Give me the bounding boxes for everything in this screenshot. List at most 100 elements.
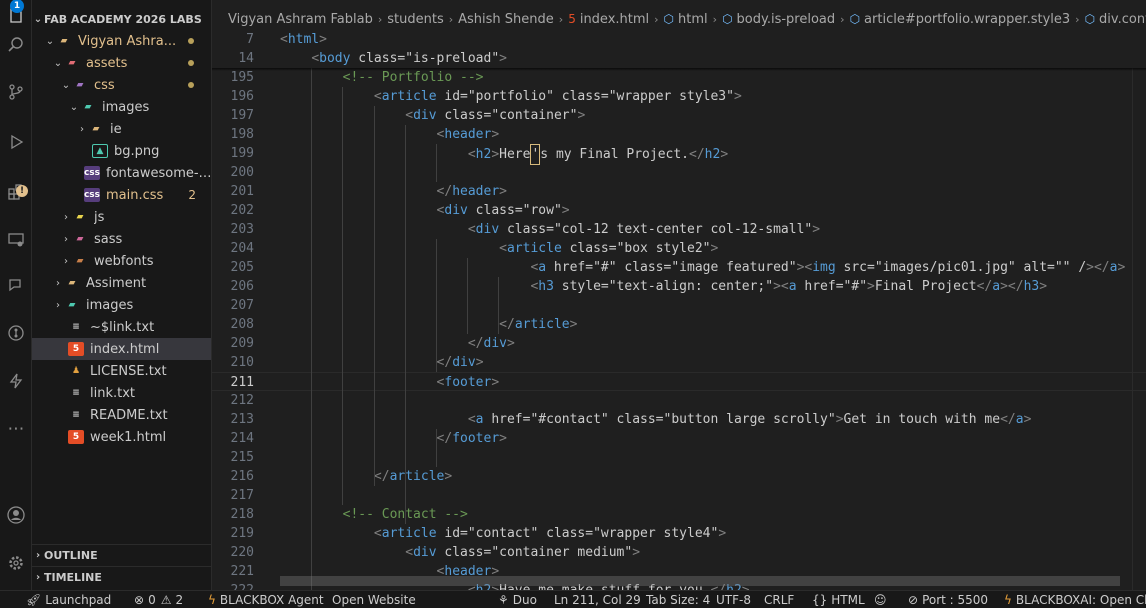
code-line[interactable]: 205 <a href="#" class="image featured"><… bbox=[212, 258, 1146, 277]
line-code: <div class="col-12 text-center col-12-sm… bbox=[467, 222, 821, 237]
code-line[interactable]: 208 </article> bbox=[212, 315, 1146, 334]
code-line[interactable]: 197 <div class="container"> bbox=[212, 106, 1146, 125]
vertical-scrollbar[interactable] bbox=[1132, 30, 1146, 590]
breadcrumb-item[interactable]: html bbox=[678, 12, 708, 27]
code-editor[interactable]: 7 <html> 14 <body class="is-preload"> 195 <… bbox=[212, 30, 1146, 590]
code-line[interactable]: 212 bbox=[212, 391, 1146, 410]
blackbox-icon[interactable] bbox=[0, 366, 32, 396]
live-server-button[interactable]: ⊘ Port : 5500 bbox=[908, 591, 988, 608]
code-line[interactable]: 213 <a href="#contact" class="button lar… bbox=[212, 410, 1146, 429]
line-number: 204 bbox=[230, 241, 254, 256]
remote-explorer-icon[interactable] bbox=[0, 224, 32, 254]
tree-item-assets[interactable]: ⌄ ▰ assets bbox=[32, 52, 211, 74]
horizontal-scrollbar[interactable] bbox=[280, 576, 1120, 586]
eol-button[interactable]: CRLF bbox=[764, 591, 794, 608]
code-line[interactable]: 204 <article class="box style2"> bbox=[212, 239, 1146, 258]
no-entry-icon: ⊘ bbox=[908, 593, 919, 607]
account-icon[interactable] bbox=[0, 500, 32, 530]
code-line[interactable]: 220 <div class="container medium"> bbox=[212, 543, 1146, 562]
sticky-scroll-line[interactable]: 7 <html> bbox=[212, 30, 1146, 49]
git-graph-icon[interactable] bbox=[0, 318, 32, 348]
breadcrumb-item[interactable]: article#portfolio.wrapper.style3 bbox=[864, 12, 1070, 27]
code-line[interactable]: 211 <footer> bbox=[212, 372, 1146, 391]
code-line[interactable]: 196 <article id="portfolio" class="wrapp… bbox=[212, 87, 1146, 106]
breadcrumb-item[interactable]: students bbox=[387, 12, 443, 27]
settings-icon[interactable] bbox=[0, 548, 32, 578]
code-line[interactable]: 199 <h2>Here's my Final Project.</h2> bbox=[212, 144, 1146, 165]
cursor-position[interactable]: Ln 211, Col 29 bbox=[554, 591, 641, 608]
tree-item-images-css[interactable]: ⌄ ▰ images bbox=[32, 96, 211, 118]
tab-size-label: Tab Size: 4 bbox=[646, 593, 711, 607]
tree-item-readme[interactable]: ≡ README.txt bbox=[32, 404, 211, 426]
breadcrumb-item[interactable]: div.container bbox=[1099, 12, 1146, 27]
tree-item-js[interactable]: › ▰ js bbox=[32, 206, 211, 228]
run-debug-icon[interactable] bbox=[0, 127, 32, 157]
tree-item-link-txt[interactable]: ≡ link.txt bbox=[32, 382, 211, 404]
line-code: <div class="container medium"> bbox=[405, 545, 641, 560]
breadcrumb-item[interactable]: Vigyan Ashram Fablab bbox=[228, 12, 373, 27]
code-line[interactable]: 216 </article> bbox=[212, 467, 1146, 486]
copilot-icon[interactable]: ☺ bbox=[874, 591, 891, 608]
code-line[interactable]: 198 <header> bbox=[212, 125, 1146, 144]
code-line[interactable]: 200 bbox=[212, 163, 1146, 182]
code-line[interactable]: 214 </footer> bbox=[212, 429, 1146, 448]
workspace-header[interactable]: ⌄ FAB ACADEMY 2026 LABS bbox=[32, 8, 211, 30]
extensions-icon[interactable]: ! bbox=[0, 177, 32, 207]
breadcrumb-item[interactable]: Ashish Shende bbox=[458, 12, 554, 27]
tree-item-index-html[interactable]: 5 index.html bbox=[32, 338, 211, 360]
code-line[interactable]: 210 </div> bbox=[212, 353, 1146, 372]
code-line[interactable]: 203 <div class="col-12 text-center col-1… bbox=[212, 220, 1146, 239]
tree-item-main-css[interactable]: css main.css 2 bbox=[32, 184, 211, 206]
blackbox-agent-label: BLACKBOX Agent bbox=[219, 593, 324, 607]
tree-item-sass[interactable]: › ▰ sass bbox=[32, 228, 211, 250]
breadcrumb-item[interactable]: body.is-preload bbox=[737, 12, 836, 27]
sticky-scroll-line[interactable]: 14 <body class="is-preload"> bbox=[212, 49, 1146, 68]
tree-item-label: css bbox=[94, 77, 115, 93]
duo-button[interactable]: ⚘ Duo bbox=[498, 591, 537, 608]
code-line[interactable]: 218 <!-- Contact --> bbox=[212, 505, 1146, 524]
breadcrumb-item[interactable]: index.html bbox=[580, 12, 649, 27]
live-share-icon[interactable] bbox=[0, 270, 32, 300]
problems-button[interactable]: ⊗ 0 ⚠ 2 bbox=[134, 591, 183, 608]
more-icon[interactable]: ⋯ bbox=[0, 414, 32, 444]
code-line[interactable]: 201 </header> bbox=[212, 182, 1146, 201]
tree-item-vigyan-ashram[interactable]: ⌄ ▰ Vigyan Ashra... bbox=[32, 30, 211, 52]
tree-item-bg-png[interactable]: ▲ bg.png bbox=[32, 140, 211, 162]
line-number: 203 bbox=[230, 222, 254, 237]
code-line[interactable]: 207 bbox=[212, 296, 1146, 315]
search-icon[interactable] bbox=[0, 30, 32, 60]
code-line[interactable]: 206 <h3 style="text-align: center;"><a h… bbox=[212, 277, 1146, 296]
tree-item-ie[interactable]: › ▰ ie bbox=[32, 118, 211, 140]
tree-item-assiment[interactable]: › ▰ Assiment bbox=[32, 272, 211, 294]
tree-item-week1-html[interactable]: 5 week1.html bbox=[32, 426, 211, 448]
tree-item-fontawesome[interactable]: css fontawesome-al... bbox=[32, 162, 211, 184]
license-file-icon: ♟ bbox=[71, 366, 81, 376]
code-line[interactable]: 202 <div class="row"> bbox=[212, 201, 1146, 220]
files-icon[interactable]: 1 bbox=[0, 0, 32, 30]
tree-item-images[interactable]: › ▰ images bbox=[32, 294, 211, 316]
tree-item-link-tmp[interactable]: ≡ ~$link.txt bbox=[32, 316, 211, 338]
code-line[interactable]: 215 bbox=[212, 448, 1146, 467]
html-file-icon: 5 bbox=[568, 12, 576, 26]
timeline-label: TIMELINE bbox=[44, 571, 102, 584]
outline-panel-header[interactable]: › OUTLINE bbox=[32, 544, 211, 566]
tree-item-webfonts[interactable]: › ▰ webfonts bbox=[32, 250, 211, 272]
language-mode-button[interactable]: {} HTML bbox=[812, 591, 865, 608]
source-control-icon[interactable] bbox=[0, 77, 32, 107]
code-line[interactable]: 217 bbox=[212, 486, 1146, 505]
encoding-button[interactable]: UTF-8 bbox=[716, 591, 751, 608]
timeline-panel-header[interactable]: › TIMELINE bbox=[32, 566, 211, 588]
blackbox-agent-button[interactable]: ϟ BLACKBOX Agent bbox=[208, 591, 324, 608]
tree-item-css[interactable]: ⌄ ▰ css bbox=[32, 74, 211, 96]
blackboxai-chat-button[interactable]: ϟ BLACKBOXAI: Open Chat bbox=[1004, 591, 1146, 608]
line-code: <div class="row"> bbox=[436, 203, 570, 218]
tab-size-button[interactable]: Tab Size: 4 bbox=[646, 591, 710, 608]
line-code: <div class="container"> bbox=[405, 108, 586, 123]
open-website-button[interactable]: Open Website bbox=[332, 591, 416, 608]
launchpad-button[interactable]: 🚀︎ Launchpad bbox=[26, 591, 111, 608]
code-line[interactable]: 219 <article id="contact" class="wrapper… bbox=[212, 524, 1146, 543]
tree-item-license[interactable]: ♟ LICENSE.txt bbox=[32, 360, 211, 382]
code-line[interactable]: 209 </div> bbox=[212, 334, 1146, 353]
chevron-down-icon: ⌄ bbox=[33, 13, 43, 25]
element-icon: ⬡ bbox=[663, 12, 675, 26]
